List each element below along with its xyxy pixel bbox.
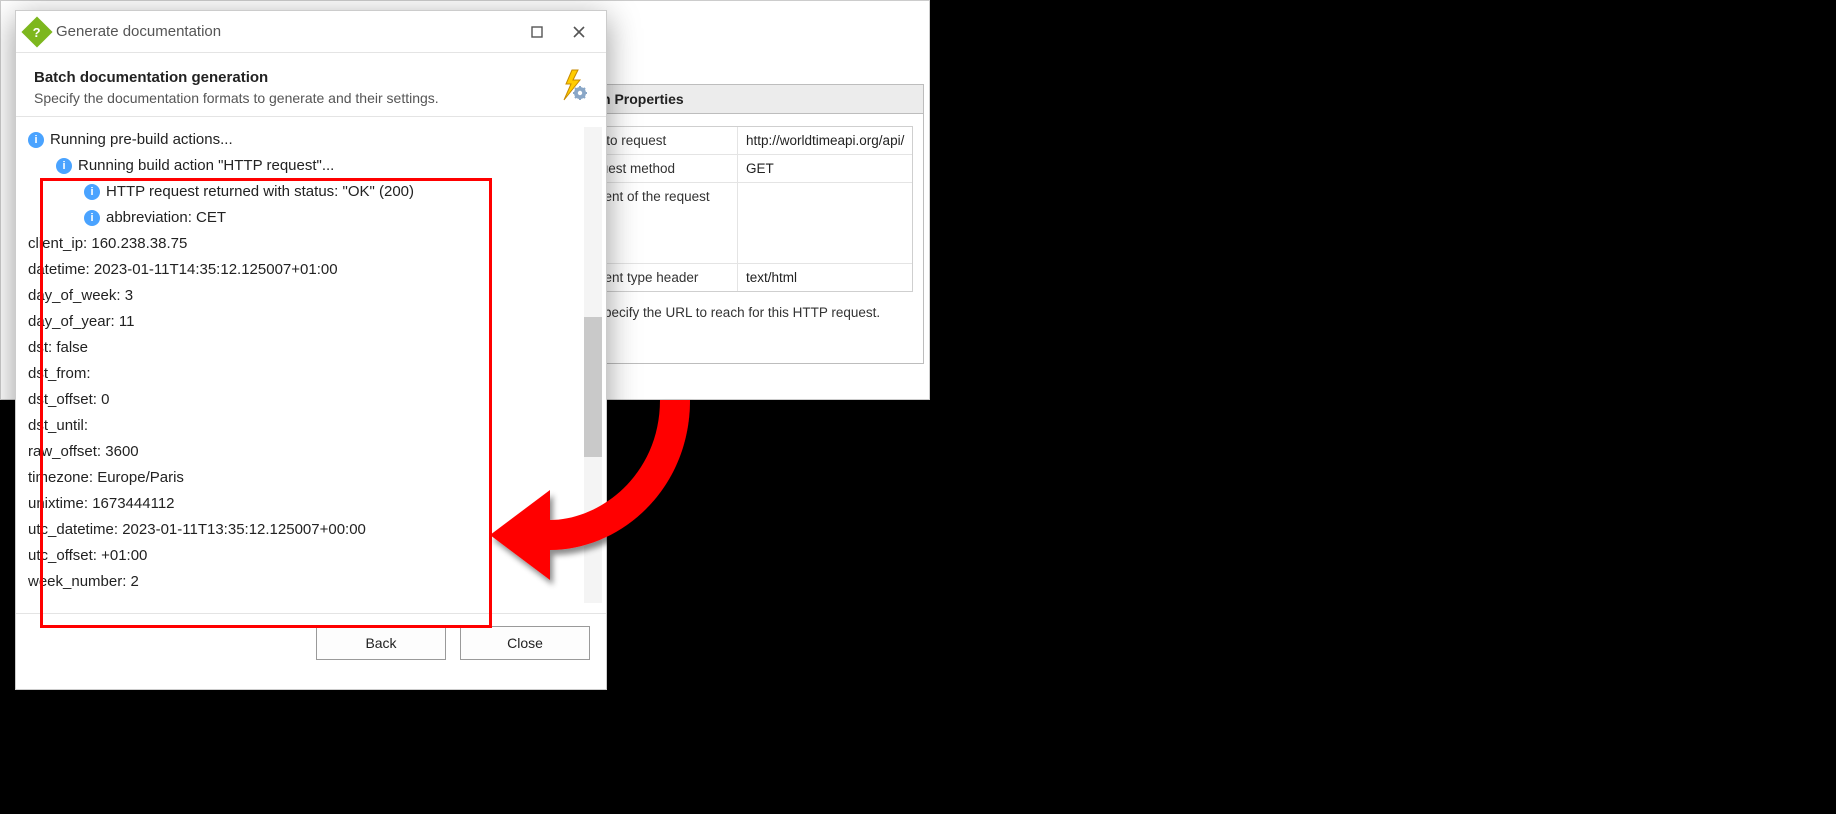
log-line: dst: false (28, 335, 602, 361)
log-line: i HTTP request returned with status: "OK… (28, 179, 602, 205)
log-text: day_of_week: 3 (28, 283, 133, 309)
log-text: day_of_year: 11 (28, 309, 134, 335)
log-text: abbreviation: CET (106, 205, 226, 231)
stage: ? Generate documentation Batch documenta… (0, 0, 1836, 814)
log-line: client_ip: 160.238.38.75 (28, 231, 602, 257)
info-icon: i (28, 132, 44, 148)
log-text: unixtime: 1673444112 (28, 491, 175, 517)
prop-value[interactable]: GET (738, 155, 912, 182)
log-line: week_number: 2 (28, 569, 602, 595)
log-line: raw_offset: 3600 (28, 439, 602, 465)
log-text: timezone: Europe/Paris (28, 465, 184, 491)
log-line: utc_datetime: 2023-01-11T13:35:12.125007… (28, 517, 602, 543)
button-label: Back (365, 635, 396, 651)
back-button[interactable]: Back (316, 626, 446, 660)
log-text: week_number: 2 (28, 569, 139, 595)
log-text: dst: false (28, 335, 88, 361)
log-line: timezone: Europe/Paris (28, 465, 602, 491)
log-text: Running pre-build actions... (50, 127, 233, 153)
log-line: dst_from: (28, 361, 602, 387)
info-icon: i (84, 210, 100, 226)
generate-documentation-dialog: ? Generate documentation Batch documenta… (15, 10, 607, 690)
lightning-gear-icon (556, 69, 588, 104)
subheader-desc: Specify the documentation formats to gen… (34, 90, 556, 106)
log-line: unixtime: 1673444112 (28, 491, 602, 517)
dialog-footer: Back Close (16, 613, 606, 672)
log-text: dst_until: (28, 413, 88, 439)
prop-value[interactable]: http://worldtimeapi.org/api/ (738, 127, 912, 154)
log-line: dst_until: (28, 413, 602, 439)
app-icon: ? (21, 16, 52, 47)
property-grid: URL to request http://worldtimeapi.org/a… (567, 126, 913, 292)
log-text: HTTP request returned with status: "OK" … (106, 179, 414, 205)
prop-row-method[interactable]: Request method GET (568, 155, 912, 183)
prop-row-url[interactable]: URL to request http://worldtimeapi.org/a… (568, 127, 912, 155)
log-line: dst_offset: 0 (28, 387, 602, 413)
log-line: day_of_year: 11 (28, 309, 602, 335)
log-line: i Running build action "HTTP request"... (28, 153, 602, 179)
log-text: dst_offset: 0 (28, 387, 109, 413)
log-line: day_of_week: 3 (28, 283, 602, 309)
info-icon: i (84, 184, 100, 200)
action-properties-panel: Action Properties URL to request http://… (556, 84, 924, 364)
log-text: datetime: 2023-01-11T14:35:12.125007+01:… (28, 257, 338, 283)
log-text: utc_offset: +01:00 (28, 543, 147, 569)
log-area: i Running pre-build actions... i Running… (16, 117, 606, 613)
titlebar: ? Generate documentation (16, 11, 606, 53)
close-button[interactable] (558, 16, 600, 48)
scrollbar-thumb[interactable] (584, 317, 602, 457)
subheader-title: Batch documentation generation (34, 69, 556, 86)
hint-text: Specify the URL to reach for this HTTP r… (595, 305, 880, 320)
prop-value[interactable]: text/html (738, 264, 912, 291)
button-label: Close (507, 635, 543, 651)
log-text: Running build action "HTTP request"... (78, 153, 334, 179)
panel-header: Action Properties (557, 85, 923, 114)
log-text: utc_datetime: 2023-01-11T13:35:12.125007… (28, 517, 366, 543)
dialog-subheader: Batch documentation generation Specify t… (16, 53, 606, 117)
prop-row-content[interactable]: Content of the request (568, 183, 912, 264)
log-line: i Running pre-build actions... (28, 127, 602, 153)
window-title: Generate documentation (56, 23, 516, 40)
prop-value[interactable] (738, 183, 912, 263)
log-line: utc_offset: +01:00 (28, 543, 602, 569)
log-line: datetime: 2023-01-11T14:35:12.125007+01:… (28, 257, 602, 283)
close-button[interactable]: Close (460, 626, 590, 660)
log-line: i abbreviation: CET (28, 205, 602, 231)
log-text: client_ip: 160.238.38.75 (28, 231, 187, 257)
minimize-button[interactable] (516, 16, 558, 48)
property-hint: i Specify the URL to reach for this HTTP… (567, 304, 913, 320)
info-icon: i (56, 158, 72, 174)
log-text: dst_from: (28, 361, 91, 387)
prop-row-ctype[interactable]: Content type header text/html (568, 264, 912, 291)
log-text: raw_offset: 3600 (28, 439, 139, 465)
